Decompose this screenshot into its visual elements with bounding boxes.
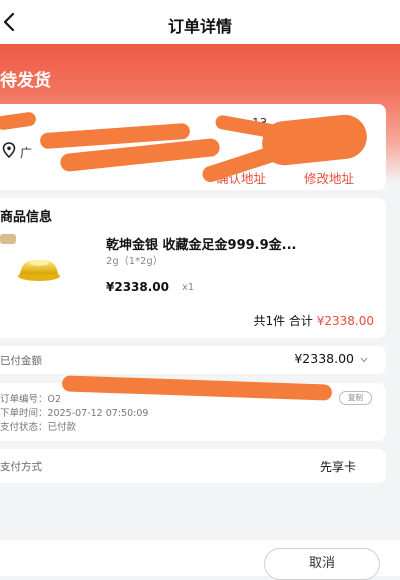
payment-method-row: 支付方式 先享卡 [0,449,386,483]
payment-method-label: 支付方式 [0,461,42,473]
product-spec: 2g（1*2g） [106,256,163,267]
chevron-down-icon[interactable] [360,357,368,363]
cancel-order-button[interactable]: 取消 [264,548,380,580]
order-number-label: 订单编号： [0,394,48,405]
total-prefix: 共1件 合计 [253,314,313,328]
shop-logo-icon [0,234,16,244]
page-title: 订单详情 [167,17,232,36]
order-time-value: 2025-07-12 07:50:09 [47,408,149,419]
address-detail: 广 [20,146,33,160]
product-name[interactable]: 乾坤金银 收藏金足金999.9金... [106,234,296,253]
payment-method-value: 先享卡 [319,460,356,474]
goods-card: 商品信息 乾坤金银 收藏金足金999.9金... 2g（1*2g） ¥2338.… [0,198,386,338]
product-price: ¥2338.00 [106,280,170,294]
paid-amount-row[interactable]: 已付金额 ¥2338.00 [0,346,386,374]
order-status-text: 待发货 [0,71,51,91]
gold-ingot-image[interactable] [14,254,64,282]
total-amount: ¥2338.00 [316,314,374,328]
payment-status-value: 已付款 [47,422,77,433]
payment-status-row: 支付状态：已付款 [0,419,76,433]
order-number-row: 订单编号：O2 [0,391,61,405]
copy-button[interactable]: 复制 [339,391,372,405]
product-quantity: x1 [182,282,195,293]
order-total: 共1件 合计 ¥2338.00 [253,312,374,329]
paid-amount-label: 已付金额 [0,355,42,367]
location-pin-icon [2,142,16,158]
paid-amount-value: ¥2338.00 [294,351,354,366]
top-nav-bar: 订单详情 [0,0,400,44]
order-number-value: O2 [47,394,62,405]
edit-address-button[interactable]: 修改地址 [304,168,354,187]
payment-status-label: 支付状态： [0,422,48,433]
goods-section-title: 商品信息 [0,210,53,225]
order-time-row: 下单时间：2025-07-12 07:50:09 [0,405,148,419]
order-time-label: 下单时间： [0,408,48,419]
